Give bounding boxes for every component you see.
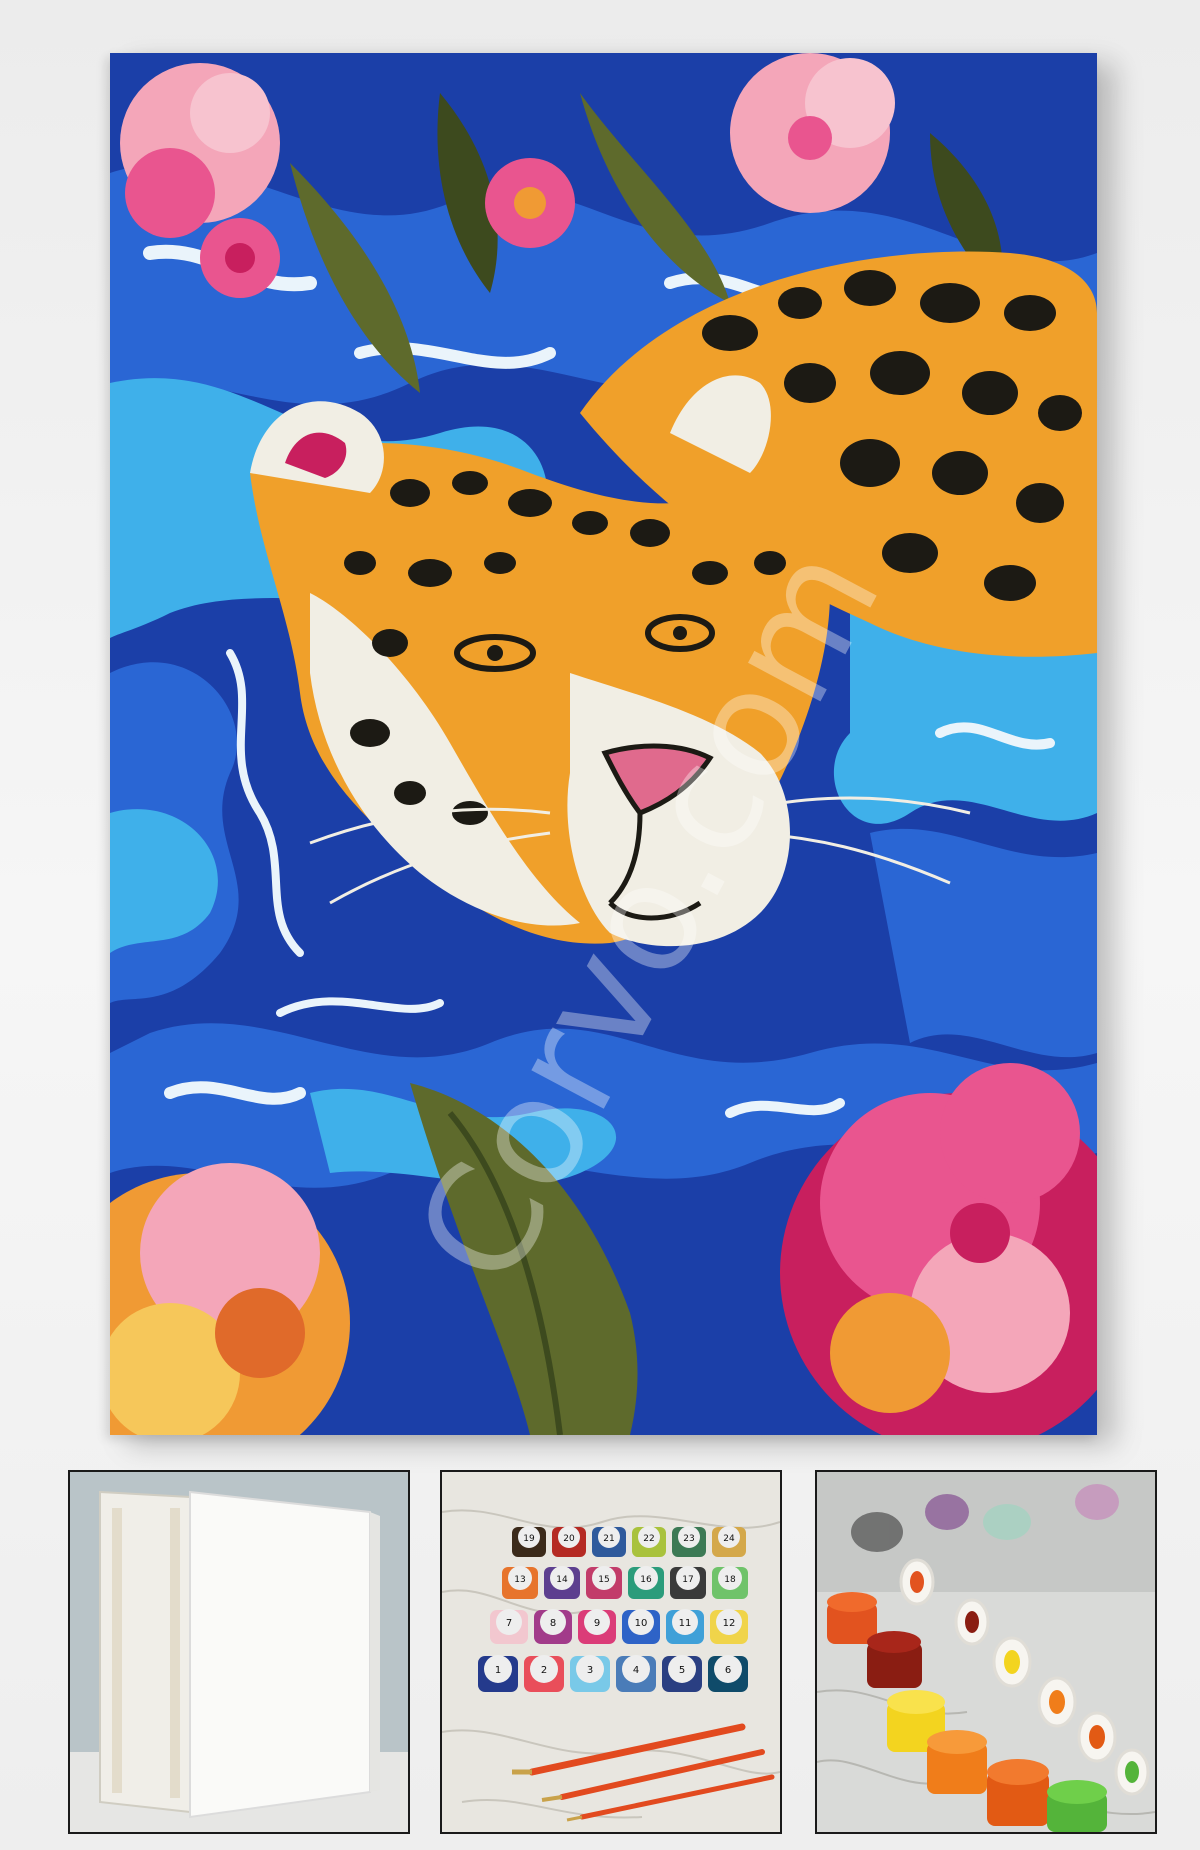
svg-text:9: 9	[594, 1618, 600, 1629]
svg-text:8: 8	[550, 1618, 556, 1629]
svg-text:4: 4	[633, 1665, 639, 1676]
paint-pots-icon: 19 20 21 22 23 24 13 14 15 16 17 18 7 8 …	[442, 1472, 780, 1832]
svg-text:17: 17	[682, 1575, 693, 1585]
svg-text:3: 3	[587, 1665, 593, 1676]
paint-closeup-icon	[817, 1472, 1155, 1832]
svg-text:23: 23	[683, 1534, 694, 1544]
svg-text:7: 7	[506, 1618, 512, 1629]
svg-text:12: 12	[723, 1618, 736, 1629]
svg-text:16: 16	[640, 1575, 652, 1585]
svg-text:24: 24	[723, 1534, 735, 1544]
svg-text:19: 19	[523, 1534, 535, 1544]
svg-text:18: 18	[724, 1575, 736, 1585]
svg-text:1: 1	[495, 1665, 501, 1676]
thumbnail-paint-closeup[interactable]	[815, 1470, 1157, 1834]
svg-text:11: 11	[679, 1618, 692, 1629]
svg-text:22: 22	[643, 1534, 654, 1544]
canvas-icon	[70, 1472, 408, 1832]
svg-text:2: 2	[541, 1665, 547, 1676]
thumbnail-paint-pots[interactable]: 19 20 21 22 23 24 13 14 15 16 17 18 7 8 …	[440, 1470, 782, 1834]
svg-text:14: 14	[556, 1575, 568, 1585]
svg-text:10: 10	[635, 1618, 648, 1629]
svg-text:20: 20	[563, 1534, 575, 1544]
svg-text:15: 15	[598, 1575, 609, 1585]
svg-text:6: 6	[725, 1665, 731, 1676]
thumbnail-blank-canvas[interactable]	[68, 1470, 410, 1834]
jaguar-painting: Corvo.com	[110, 53, 1097, 1435]
main-painting-canvas: Corvo.com	[110, 53, 1097, 1435]
svg-text:5: 5	[679, 1665, 685, 1676]
svg-text:21: 21	[603, 1534, 614, 1544]
svg-text:13: 13	[514, 1575, 525, 1585]
